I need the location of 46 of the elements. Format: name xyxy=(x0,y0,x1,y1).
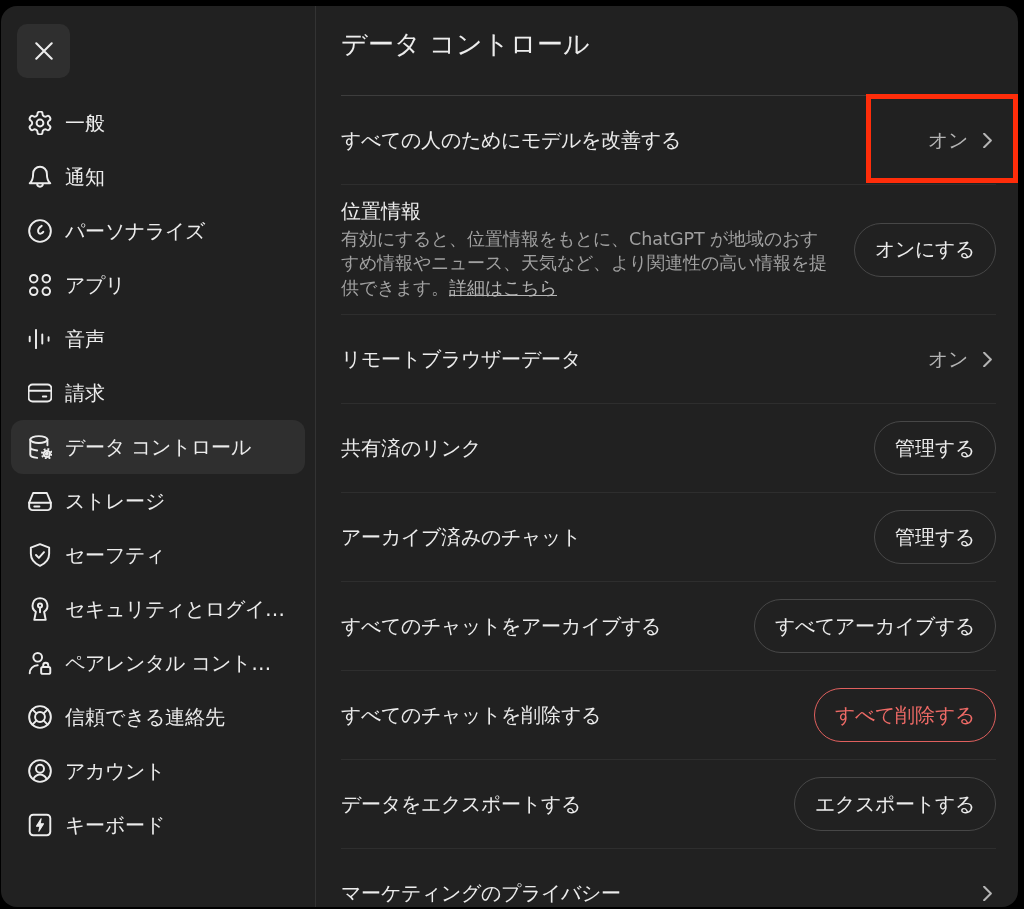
setting-label: すべてのチャットをアーカイブする xyxy=(341,614,661,638)
value-link[interactable]: オン xyxy=(928,126,992,154)
sidebar-item[interactable]: セーフティ xyxy=(11,528,305,582)
sidebar-item[interactable]: キーボード xyxy=(11,798,305,852)
sidebar-item[interactable]: 通知 xyxy=(11,150,305,204)
sidebar-item[interactable]: 信頼できる連絡先 xyxy=(11,690,305,744)
lifebuoy-icon xyxy=(28,705,52,729)
card-icon xyxy=(28,381,52,405)
sidebar-item[interactable]: セキュリティとログイ… xyxy=(11,582,305,636)
person-circle-icon xyxy=(28,759,52,783)
details-link[interactable]: 詳細はこちら xyxy=(449,277,557,298)
setting-label: すべてのチャットを削除する xyxy=(341,703,601,727)
sidebar-item[interactable]: パーソナライズ xyxy=(11,204,305,258)
setting-label: リモートブラウザーデータ xyxy=(341,347,581,371)
sidebar-item[interactable]: アプリ xyxy=(11,258,305,312)
sidebar-item[interactable]: 一般 xyxy=(11,96,305,150)
grid-icon xyxy=(28,273,52,297)
sidebar-item[interactable]: ペアレンタル コント… xyxy=(11,636,305,690)
setting-label: データをエクスポートする xyxy=(341,792,581,816)
setting-label: マーケティングのプライバシー xyxy=(341,881,621,905)
sidebar-item[interactable]: アカウント xyxy=(11,744,305,798)
setting-label: アーカイブ済みのチャット xyxy=(341,525,581,549)
drive-icon xyxy=(28,489,52,513)
close-icon xyxy=(34,42,53,60)
page-title: データ コントロール xyxy=(341,28,591,61)
chevron-icon[interactable] xyxy=(983,885,992,901)
setting-label: 共有済のリンク xyxy=(341,436,481,460)
chevron-icon xyxy=(983,351,992,367)
sidebar-item[interactable]: 音声 xyxy=(11,312,305,366)
close-button[interactable] xyxy=(17,24,70,78)
value-link[interactable]: オン xyxy=(928,345,992,373)
bolt-square-icon xyxy=(28,813,52,837)
person-lock-icon xyxy=(28,651,52,675)
sidebar-item[interactable]: ストレージ xyxy=(11,474,305,528)
settings-icon xyxy=(28,111,52,135)
chevron-icon xyxy=(983,132,992,148)
waveform-icon xyxy=(28,327,52,351)
shield-check-icon xyxy=(28,543,52,567)
sidebar-item[interactable]: 請求 xyxy=(11,366,305,420)
swirl-circle-icon xyxy=(28,219,52,243)
setting-description: 有効にすると、位置情報をもとに、ChatGPT が地域のおすすめ情報やニュース、天気など、より関連性の高い情報を提供できます。詳細はこちら xyxy=(341,227,828,300)
setting-label: 位置情報 xyxy=(341,198,421,223)
bell-icon xyxy=(28,165,52,189)
database-gear-icon xyxy=(28,435,52,459)
setting-label: すべての人のためにモデルを改善する xyxy=(341,128,681,152)
sidebar-item[interactable]: データ コントロール xyxy=(11,420,305,474)
